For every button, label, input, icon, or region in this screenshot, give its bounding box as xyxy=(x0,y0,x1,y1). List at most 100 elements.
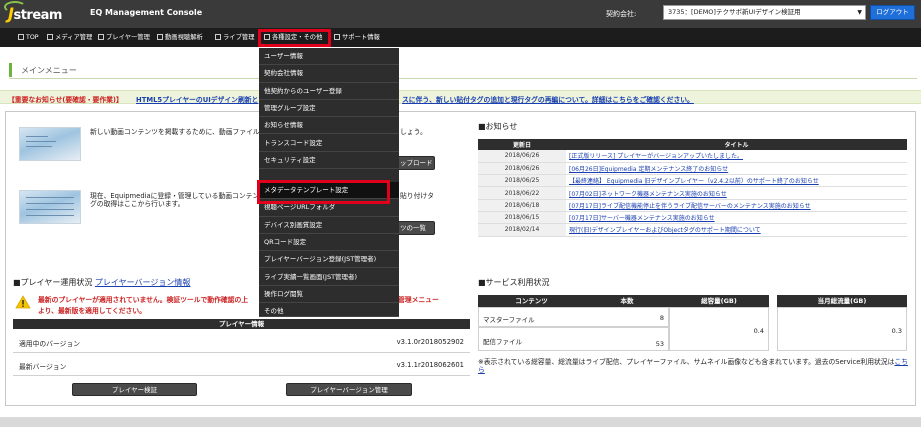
upload-description: 新しい動画コンテンツを掲載するために、動画ファイル xyxy=(90,128,260,136)
news-header-row: 更新日 タイトル xyxy=(478,139,907,150)
news-link[interactable]: 現行(旧)デザインプレイヤーおよびObjectタグのサポート期間について xyxy=(569,227,761,234)
company-select[interactable]: 3735：[DEMO]テクサポ新UIデザイン検証用 ▼ xyxy=(663,5,866,20)
svc-delivery-count: 53 xyxy=(655,340,664,348)
upload-description-end: しょう。 xyxy=(400,128,427,136)
player-status-title: ■プレイヤー運用状況 プレイヤーバージョン情報 xyxy=(13,277,190,288)
table-row: 2018/06/26 [06月26日]Equipmedia 定期メンテナンス終了の… xyxy=(478,162,907,176)
nav-item-player[interactable]: プレイヤー管理 xyxy=(98,28,150,47)
page-title: メインメニュー xyxy=(21,66,77,75)
table-row: 2018/02/14 現行(旧)デザインプレイヤーおよびObjectタグのサポート… xyxy=(478,223,907,237)
service-usage-title: ■サービス利用状況 xyxy=(478,278,550,287)
nav-checkbox-icon xyxy=(98,33,104,40)
notice-link-part1[interactable]: HTML5プレイヤーのUIデザイン刷新と xyxy=(136,94,258,104)
jstream-logo[interactable]: Jstream xyxy=(4,1,62,23)
svc-row-master: マスターファイル 8 xyxy=(478,307,669,327)
news-link[interactable]: [07月17日]ライブ配信機能停止を伴うライブ配信サーバーのメンテナンス実施のお… xyxy=(569,203,811,210)
player-version-link[interactable]: プレイヤーバージョン情報 xyxy=(95,278,191,287)
row-label: 最新バージョン xyxy=(19,363,67,371)
news-title: ■お知らせ xyxy=(478,122,518,131)
svc-delivery-label: 配信ファイル xyxy=(483,338,522,346)
nav-highlight-box xyxy=(258,29,331,47)
news-link[interactable]: [07月17日]サーバー機器メンテナンス実施のお知らせ xyxy=(569,215,715,222)
service-note: ※表示されている総容量、総流量はライブ配信、プレイヤーファイル、サムネイル画像な… xyxy=(478,358,908,374)
menu-item-notices[interactable]: お知らせ情報 xyxy=(259,117,399,135)
menu-item-user-registration[interactable]: 他契約からのユーザー登録 xyxy=(259,83,399,100)
company-label: 契約会社: xyxy=(606,10,637,18)
svc-master-label: マスターファイル xyxy=(483,316,535,324)
player-status-heading: ■プレイヤー運用状況 xyxy=(13,278,93,287)
thumb-line xyxy=(26,136,48,137)
nav-item-live[interactable]: ライブ管理 xyxy=(215,28,254,47)
thumb-line xyxy=(26,215,74,216)
list-description-end: 貼り付けタ xyxy=(400,192,434,200)
thumb-line xyxy=(26,197,74,198)
player-verify-button[interactable]: プレイヤー検証 xyxy=(72,383,197,396)
news-date: 2018/06/22 xyxy=(478,186,566,200)
table-row: 2018/06/22 [07月02日]ネットワーク機器メンテナンス実施のお知らせ xyxy=(478,186,907,200)
console-title: EQ Management Console xyxy=(90,8,203,17)
nav-item-label: メディア管理 xyxy=(55,34,93,41)
svc-month-cell: 0.3 xyxy=(777,307,907,351)
company-select-value: 3735：[DEMO]テクサポ新UIデザイン検証用 xyxy=(668,8,801,16)
nav-item-label: プレイヤー管理 xyxy=(106,34,150,41)
nav-item-analytics[interactable]: 動画視聴解析 xyxy=(157,28,203,47)
news-link[interactable]: [06月26日]Equipmedia 定期メンテナンス終了のお知らせ xyxy=(569,166,728,173)
menu-item-operation-log[interactable]: 操作ログ閲覧 xyxy=(259,286,399,304)
svc-col-month: 当月総流量(GB) xyxy=(777,295,907,307)
news-col-title: タイトル xyxy=(566,139,907,150)
thumb-line xyxy=(26,203,74,204)
menu-item-transcode[interactable]: トランスコード設定 xyxy=(259,135,399,152)
news-date: 2018/06/15 xyxy=(478,211,566,225)
nav-item-label: 動画視聴解析 xyxy=(165,34,203,41)
svc-month-value: 0.3 xyxy=(891,327,902,335)
news-link[interactable]: [正式版リリース] プレイヤーがバージョンアップいたしました。 xyxy=(569,153,743,160)
nav-item-label: TOP xyxy=(26,34,39,41)
svc-master-count: 8 xyxy=(659,314,664,322)
menu-item-other[interactable]: その他 xyxy=(259,303,399,318)
nav-item-label: ライブ管理 xyxy=(223,34,255,41)
metadata-template-highlight-box xyxy=(257,180,390,204)
menu-item-player-version-register[interactable]: プレイヤーバージョン登録(JST管理者) xyxy=(259,251,399,269)
news-date: 2018/06/25 xyxy=(478,174,566,188)
notice-label: 【重要なお知らせ(要確認・要作業)】 xyxy=(8,96,123,104)
nav-checkbox-icon xyxy=(215,33,221,40)
player-version-manage-button[interactable]: プレイヤーバージョン管理 xyxy=(286,383,412,396)
logout-button[interactable]: ログアウト xyxy=(870,5,915,20)
menu-item-security[interactable]: セキュリティ設定 xyxy=(259,152,399,170)
menu-item-qr-code[interactable]: QRコード設定 xyxy=(259,234,399,252)
warning-line2: より、最新版を適用してください。 xyxy=(38,307,146,315)
row-value: v3.1.1r2018062601 xyxy=(396,361,464,369)
news-date: 2018/06/26 xyxy=(478,150,566,163)
nav-item-media[interactable]: メディア管理 xyxy=(47,28,92,47)
media-list-button[interactable]: ツの一覧 xyxy=(393,221,435,235)
notice-link-part2[interactable]: スに伴う、新しい貼付タグの追加と現行タグの再編について。詳細はこちらをご確認くだ… xyxy=(402,94,694,104)
upload-button[interactable]: ップロード xyxy=(393,156,435,170)
player-info-header: プレイヤー情報 xyxy=(13,319,470,329)
player-info-row: 適用中のバージョン v3.1.0r2018052902 xyxy=(13,331,470,353)
news-date: 2018/06/18 xyxy=(478,199,566,212)
news-date: 2018/06/26 xyxy=(478,162,566,176)
news-link[interactable]: 【最終連絡】 Equipmedia 旧デザインプレイヤー（v2.4.2以前）のサ… xyxy=(569,178,819,185)
thumb-line xyxy=(26,146,52,147)
nav-checkbox-icon xyxy=(18,33,24,40)
header: Jstream EQ Management Console 契約会社: 3735… xyxy=(0,0,921,28)
menu-item-live-results[interactable]: ライブ実績一覧画面(JST管理者) xyxy=(259,269,399,286)
list-description-line1: 現在、Equipmediaに登録・管理している動画コンテン xyxy=(90,192,260,200)
chevron-down-icon: ▼ xyxy=(857,9,862,16)
menu-item-group-settings[interactable]: 管理グループ設定 xyxy=(259,100,399,118)
menu-item-company-info[interactable]: 契約会社情報 xyxy=(259,65,399,83)
nav-item-support[interactable]: サポート情報 xyxy=(334,28,380,47)
menu-item-device-quality[interactable]: デバイス別画質設定 xyxy=(259,217,399,234)
player-warning: 最新のプレイヤーが適用されていません。検証ツールで動作確認の上 より、最新版を適… xyxy=(38,295,283,317)
news-date: 2018/02/14 xyxy=(478,223,566,237)
news-link[interactable]: [07月02日]ネットワーク機器メンテナンス実施のお知らせ xyxy=(569,191,727,198)
thumb-line xyxy=(26,209,74,210)
svc-total-value: 0.4 xyxy=(753,327,764,335)
svc-row-delivery: 配信ファイル 53 xyxy=(478,327,669,351)
nav-item-top[interactable]: TOP xyxy=(18,28,39,47)
logo-ring-icon xyxy=(4,1,26,13)
menu-item-user-info[interactable]: ユーザー情報 xyxy=(259,48,399,66)
main-menu-heading: メインメニュー xyxy=(9,62,917,79)
table-row: 2018/06/15 [07月17日]サーバー機器メンテナンス実施のお知らせ xyxy=(478,211,907,225)
nav-item-label: サポート情報 xyxy=(342,34,380,41)
